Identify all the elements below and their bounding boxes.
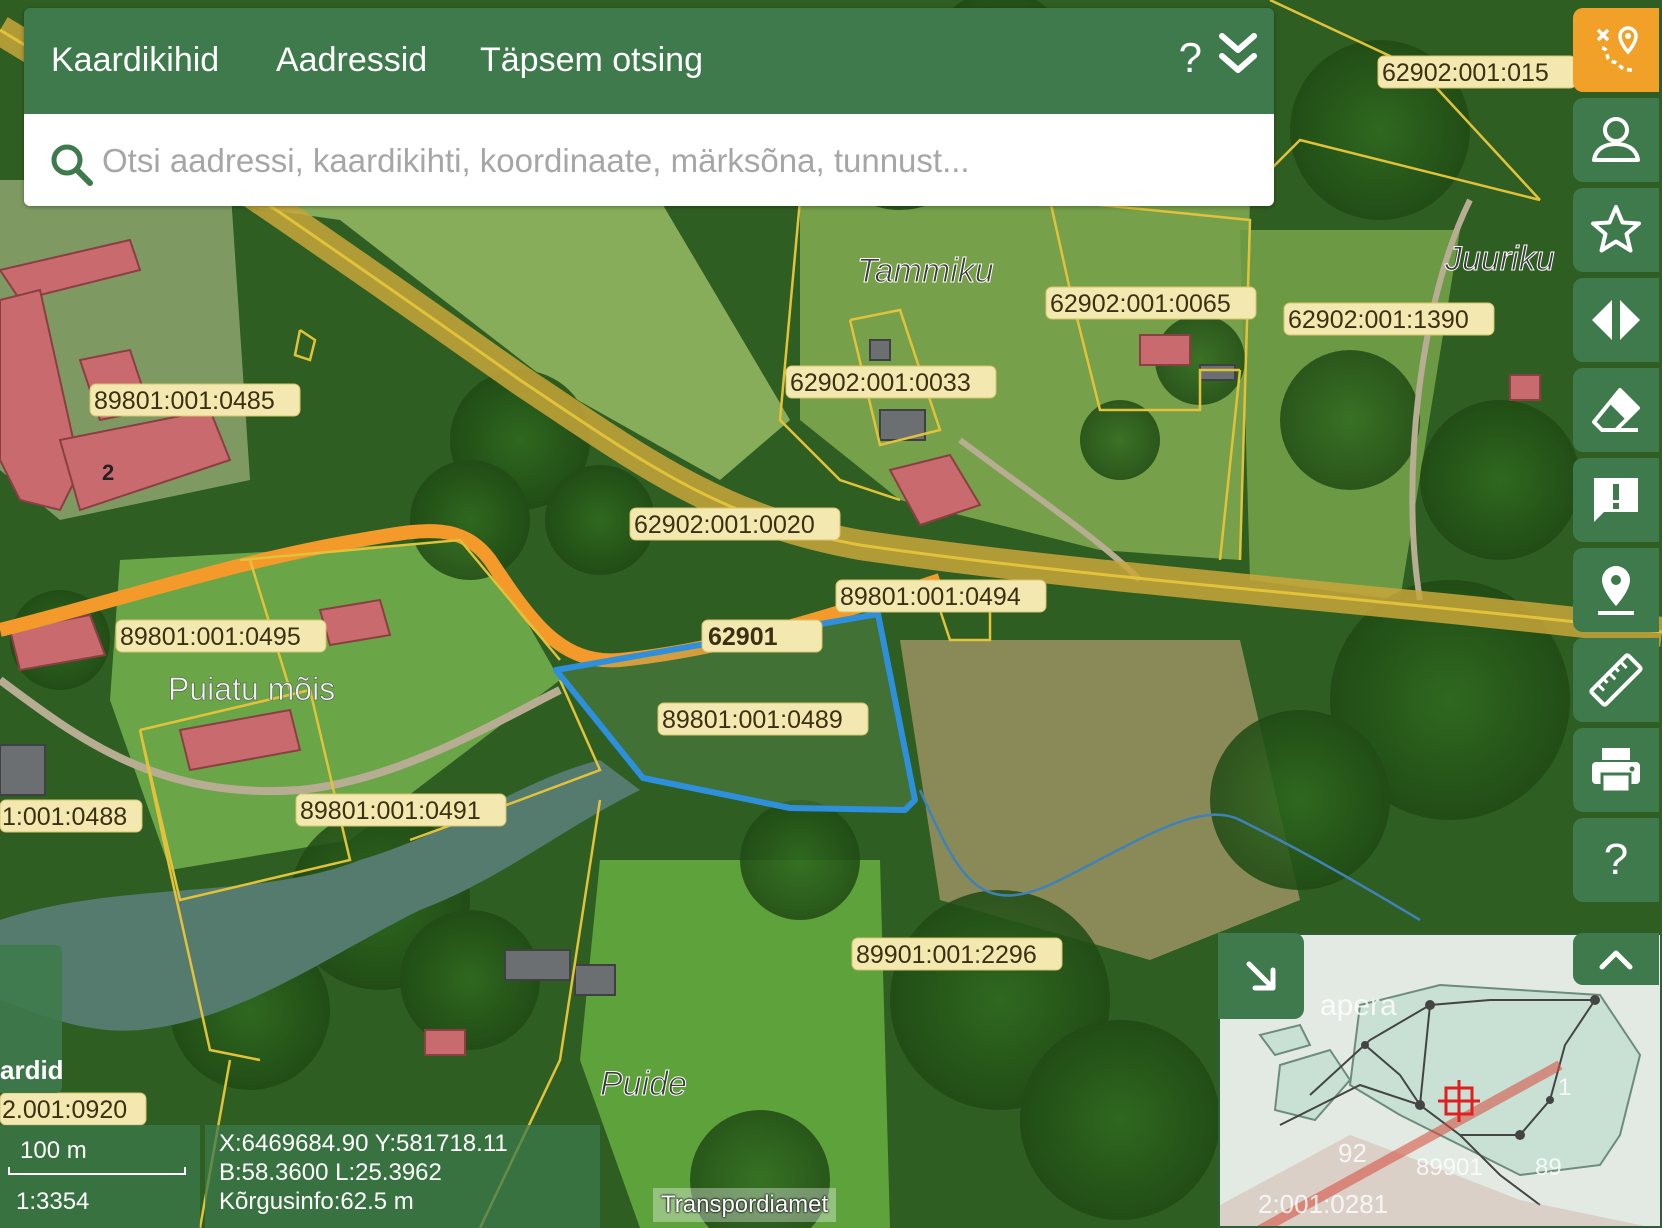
favorites-button[interactable]	[1573, 188, 1659, 272]
route-button[interactable]	[1573, 8, 1659, 92]
svg-text:89801:001:0494: 89801:001:0494	[840, 583, 1021, 611]
search-panel: Kaardikihid Aadressid Täpsem otsing ?	[24, 8, 1274, 206]
search-input[interactable]	[100, 136, 1254, 186]
minimap-label: 1	[1558, 1074, 1571, 1101]
search-panel-header: Kaardikihid Aadressid Täpsem otsing ?	[24, 8, 1274, 114]
svg-text:62902:001:0033: 62902:001:0033	[790, 369, 971, 397]
double-chevron-down-icon[interactable]	[1218, 30, 1258, 78]
parcel-label: 62902:001:015	[1377, 55, 1577, 89]
tab-tapsem-otsing[interactable]: Täpsem otsing	[480, 41, 703, 80]
svg-text:62901: 62901	[708, 623, 778, 651]
svg-text:89801:001:0495: 89801:001:0495	[120, 623, 301, 651]
minimap-label: 89901	[1416, 1154, 1483, 1181]
compare-button[interactable]	[1573, 278, 1659, 362]
map-attribution[interactable]: Transpordiamet	[653, 1188, 837, 1222]
svg-text:62902:001:0065: 62902:001:0065	[1050, 290, 1231, 318]
search-icon[interactable]	[49, 142, 93, 186]
print-icon	[1592, 748, 1640, 794]
svg-text:62902:001:1390: 62902:001:1390	[1288, 306, 1469, 334]
parcel-label: 62902:001:0065	[1045, 286, 1257, 320]
measure-button[interactable]	[1573, 638, 1659, 722]
parcel-label: 89801:001:0494	[835, 579, 1047, 613]
place-name-tammiku: Tammiku	[857, 252, 994, 290]
svg-text:89801:001:0489: 89801:001:0489	[662, 706, 843, 734]
parcel-label: 62901	[701, 619, 823, 653]
print-button[interactable]	[1573, 728, 1659, 812]
coordinates-bl: B:58.3600 L:25.3962	[219, 1159, 442, 1186]
parcel-label: 89901:001:2296	[851, 937, 1063, 971]
scale-distance: 100 m	[20, 1137, 87, 1164]
right-toolbar: ?	[1573, 8, 1659, 908]
help-button[interactable]: ?	[1573, 818, 1659, 902]
route-pin-icon	[1596, 26, 1638, 72]
arrow-down-right-icon	[1246, 961, 1276, 991]
chevron-up-icon	[1599, 950, 1633, 970]
star-icon	[1591, 205, 1641, 253]
location-button[interactable]	[1573, 548, 1659, 632]
eraser-icon	[1592, 388, 1640, 432]
minimap-label: 92	[1338, 1138, 1367, 1168]
scale-box: 100 m 1:3354	[0, 1125, 200, 1228]
feedback-icon	[1594, 478, 1638, 522]
layers-side-tab-label: ardid	[0, 1055, 64, 1085]
minimap-collapse-button[interactable]	[1218, 933, 1304, 1019]
panel-help-button[interactable]: ?	[1179, 34, 1202, 82]
minimap-label: 2:001:0281	[1258, 1189, 1388, 1219]
location-pin-icon	[1598, 566, 1634, 615]
coordinates-box: X:6469684.90 Y:581718.11 B:58.3600 L:25.…	[205, 1125, 600, 1228]
user-icon	[1592, 117, 1640, 162]
ruler-icon	[1589, 653, 1643, 707]
building-number-label: 2	[102, 460, 114, 485]
minimap-label: 89	[1535, 1154, 1562, 1181]
search-bar	[24, 114, 1274, 206]
coordinates-xy: X:6469684.90 Y:581718.11	[219, 1130, 508, 1157]
parcel-label: 62902:001:1390	[1283, 302, 1495, 336]
svg-text:62902:001:0020: 62902:001:0020	[634, 511, 815, 539]
parcel-label: 89801:001:0495	[115, 619, 327, 653]
tab-kaardikihid[interactable]: Kaardikihid	[51, 41, 219, 80]
parcel-label: 89801:001:0485	[89, 383, 301, 417]
feedback-button[interactable]	[1573, 458, 1659, 542]
parcel-label: 62902:001:0020	[629, 507, 841, 541]
svg-text:1:001:0488: 1:001:0488	[2, 803, 127, 831]
parcel-label-selected: 89801:001:0489	[657, 702, 869, 736]
place-name-juuriku: Juuriku	[1444, 240, 1555, 278]
user-button[interactable]	[1573, 98, 1659, 182]
svg-text:62902:001:015: 62902:001:015	[1382, 59, 1549, 87]
parcel-label: 2.001:0920	[0, 1092, 147, 1126]
svg-text:2.001:0920: 2.001:0920	[2, 1096, 127, 1124]
scale-ratio: 1:3354	[16, 1188, 90, 1215]
tab-aadressid[interactable]: Aadressid	[276, 41, 427, 80]
elevation-info: Kõrgusinfo:62.5 m	[219, 1188, 414, 1215]
minimap-toggle-button[interactable]	[1573, 933, 1659, 985]
parcel-label: 1:001:0488	[0, 799, 143, 833]
help-icon: ?	[1603, 835, 1629, 884]
place-name-puiatu-mois: Puiatu mõis	[168, 671, 335, 707]
scale-bar	[8, 1167, 186, 1175]
parcel-label: 62902:001:0033	[785, 365, 997, 399]
svg-text:89801:001:0485: 89801:001:0485	[94, 387, 275, 415]
parcel-label: 89801:001:0491	[295, 793, 507, 827]
place-name-puide: Puide	[600, 1065, 687, 1103]
svg-text:89801:001:0491: 89801:001:0491	[300, 797, 481, 825]
svg-text:89901:001:2296: 89901:001:2296	[856, 941, 1037, 969]
eraser-button[interactable]	[1573, 368, 1659, 452]
minimap-label: apera	[1320, 989, 1397, 1022]
compare-arrows-icon	[1592, 300, 1640, 340]
